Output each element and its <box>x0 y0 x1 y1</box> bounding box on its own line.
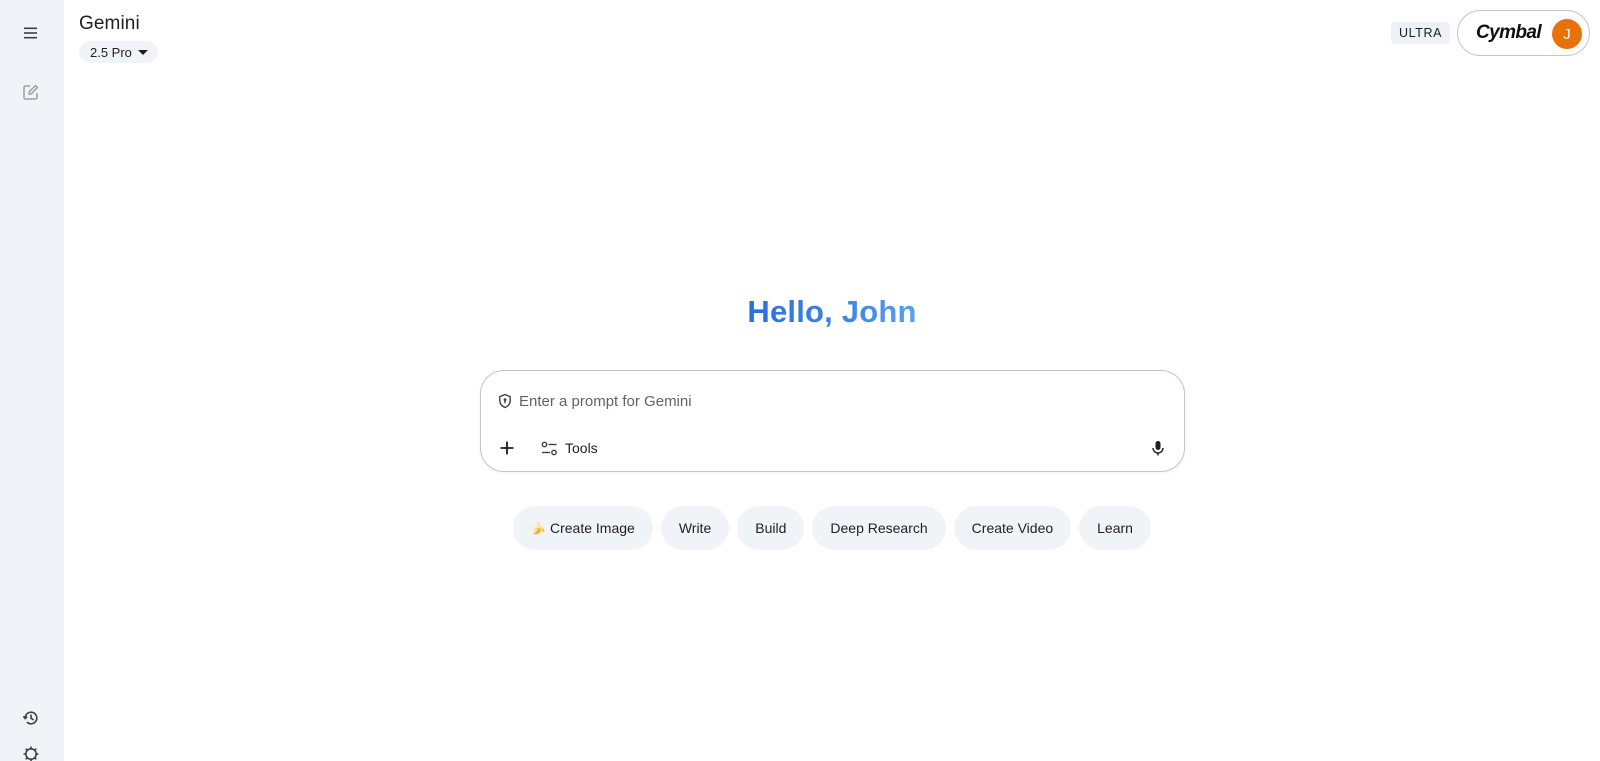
tools-label: Tools <box>565 440 598 456</box>
sidebar-rail <box>0 0 64 761</box>
settings-button[interactable] <box>14 737 48 761</box>
chip-deep-research[interactable]: Deep Research <box>812 506 946 550</box>
banana-icon: 🍌 <box>531 521 546 535</box>
chip-write[interactable]: Write <box>660 506 730 550</box>
chip-label: Create Video <box>971 520 1054 536</box>
menu-icon <box>24 27 37 39</box>
tools-button[interactable]: Tools <box>535 434 604 462</box>
add-icon <box>500 441 514 455</box>
shield-icon <box>499 393 511 409</box>
prompt-input-row <box>497 390 1164 412</box>
caret-down-icon <box>137 50 148 55</box>
chip-label: Write <box>678 520 712 536</box>
new-chat-button[interactable] <box>14 75 48 109</box>
app-root: Gemini 2.5 Pro ULTRA Cymbal J Hello, Joh… <box>0 0 1600 761</box>
new-chat-icon <box>23 84 39 100</box>
add-attachment-button[interactable] <box>493 434 521 462</box>
prompt-input[interactable] <box>519 392 1119 410</box>
history-button[interactable] <box>14 701 48 735</box>
chip-label: Build <box>755 520 787 536</box>
chip-create-image[interactable]: 🍌 Create Image <box>513 506 653 550</box>
chip-build[interactable]: Build <box>737 506 805 550</box>
tier-badge: ULTRA <box>1391 22 1451 44</box>
chip-label: Deep Research <box>830 520 928 536</box>
prompt-box: Tools <box>480 370 1185 472</box>
model-selector[interactable]: 2.5 Pro <box>79 41 158 63</box>
chip-label: Learn <box>1097 520 1133 536</box>
org-logo: Cymbal <box>1476 22 1542 43</box>
account-switcher[interactable]: Cymbal J <box>1457 10 1590 56</box>
chip-learn[interactable]: Learn <box>1079 506 1151 550</box>
greeting-heading: Hello, John <box>64 294 1600 330</box>
main-menu-button[interactable] <box>14 16 48 50</box>
mic-icon <box>1152 441 1164 456</box>
prompt-toolbar: Tools <box>493 434 1172 462</box>
app-title: Gemini <box>79 13 140 34</box>
chip-create-video[interactable]: Create Video <box>953 506 1072 550</box>
greeting-text: Hello, John <box>747 294 917 329</box>
chip-label: Create Image <box>550 520 635 536</box>
model-label: 2.5 Pro <box>90 44 132 60</box>
settings-icon <box>23 746 39 761</box>
avatar[interactable]: J <box>1552 19 1582 49</box>
tools-icon <box>541 441 557 455</box>
microphone-button[interactable] <box>1144 434 1172 462</box>
history-icon <box>22 711 38 725</box>
suggestion-chips: 🍌 Create Image Write Build Deep Research… <box>64 506 1600 550</box>
